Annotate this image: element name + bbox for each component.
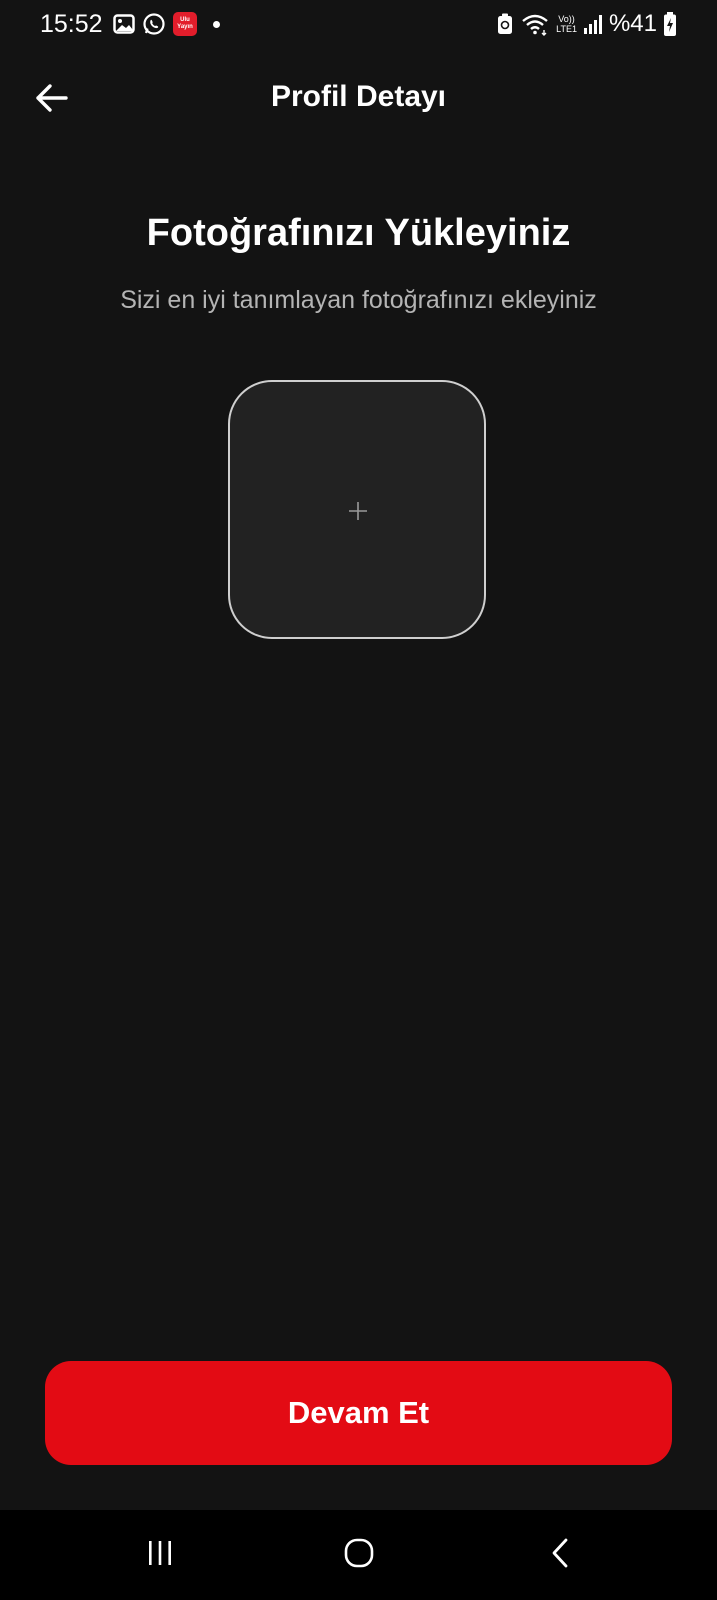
- app-badge-icon: Ulu Yayın: [173, 12, 197, 36]
- recent-apps-icon: [146, 1539, 174, 1572]
- whatsapp-icon: [142, 12, 166, 36]
- continue-button-label: Devam Et: [287, 1395, 430, 1430]
- upload-heading: Fotoğrafınızı Yükleyiniz: [146, 212, 571, 254]
- recent-apps-button[interactable]: [100, 1510, 220, 1600]
- upload-subheading: Sizi en iyi tanımlayan fotoğrafınızı ekl…: [120, 286, 597, 314]
- wifi-icon: [520, 12, 550, 36]
- photo-upload-box[interactable]: [228, 380, 486, 639]
- battery-icon: [663, 11, 677, 37]
- home-button[interactable]: [299, 1510, 419, 1600]
- volte-icon: Vo)) LTE1: [556, 14, 577, 34]
- battery-percent: %41: [608, 10, 657, 37]
- back-icon: [548, 1537, 572, 1574]
- nav-back-button[interactable]: [500, 1510, 620, 1600]
- gallery-icon: [113, 13, 135, 35]
- battery-saver-icon: [496, 12, 514, 36]
- volte-label-top: Vo)): [558, 14, 575, 24]
- notification-dot: [213, 20, 220, 28]
- volte-label-bottom: LTE1: [556, 24, 577, 34]
- status-time: 15:52: [40, 10, 103, 38]
- signal-icon: [583, 13, 603, 35]
- continue-button[interactable]: Devam Et: [45, 1361, 672, 1465]
- status-bar: 15:52 Ulu Yayın Vo)) LTE1 %41: [0, 0, 717, 50]
- status-left-icons: Ulu Yayın: [113, 12, 220, 36]
- app-header: Profil Detayı: [0, 70, 717, 126]
- plus-icon: [348, 501, 368, 521]
- home-icon: [343, 1537, 375, 1574]
- status-right-icons: Vo)) LTE1 %41: [496, 10, 677, 38]
- page-title: Profil Detayı: [270, 80, 447, 113]
- system-nav-bar: [0, 1510, 717, 1600]
